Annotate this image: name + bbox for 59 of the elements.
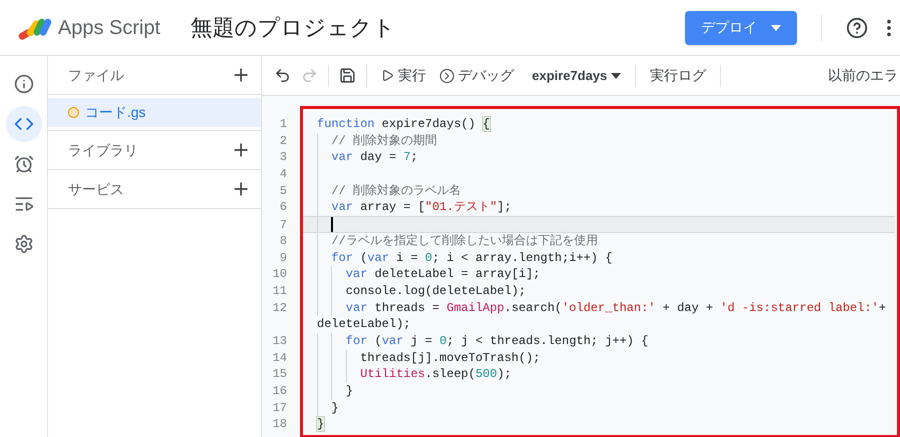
code-line: var threads = GmailApp.search('older_than:' + day + 'd -is:starred label:'+: [344, 300, 886, 316]
product-name: Apps Script: [58, 16, 160, 40]
file-name: コード.gs: [85, 103, 146, 122]
line-number: 3: [278, 149, 287, 166]
code-line: var deleteLabel = array[i];: [344, 266, 540, 283]
caret-icon: [611, 72, 622, 78]
play-icon: [381, 69, 394, 82]
line-number: 14: [272, 350, 287, 366]
code-line: threads[j].moveToTrash();: [359, 350, 540, 366]
line-number: 11: [272, 282, 287, 300]
function-select[interactable]: expire7days: [528, 66, 626, 86]
code-line: for (var i = 0; i < array.length;i++) {: [330, 250, 612, 266]
line-number: 15: [272, 366, 287, 384]
deploy-button[interactable]: デプロイ: [685, 10, 797, 44]
code-line: console.log(deleteLabel);: [344, 282, 526, 300]
line-number: 13: [272, 332, 287, 350]
code-line: }: [330, 400, 339, 416]
code-line: }: [344, 383, 354, 400]
line-number: 2: [278, 132, 287, 150]
debug-icon: [440, 68, 454, 82]
code-line: //ラベルを指定して削除したい場合は下記を使用: [330, 232, 598, 250]
run-button[interactable]: 実行: [377, 65, 430, 86]
line-number: 4: [278, 166, 287, 183]
help-icon[interactable]: [846, 16, 868, 38]
line-number: 6: [278, 199, 287, 216]
caret-icon: [771, 24, 781, 30]
settings-icon: [14, 234, 34, 254]
save-icon[interactable]: [339, 67, 356, 84]
code-line: var array = ["01.テスト"];: [330, 199, 512, 216]
section-title: ライブラリ: [68, 140, 138, 160]
line-number: 8: [278, 232, 287, 250]
code-line: // 削除対象のラベル名: [330, 182, 462, 200]
text-cursor: [331, 216, 333, 232]
line-number: 9: [278, 250, 287, 266]
line-number: 16: [272, 383, 287, 400]
line-number: 10: [272, 266, 287, 283]
code-line: // 削除対象の期間: [330, 132, 438, 150]
file-item[interactable]: コード.gs: [48, 98, 261, 127]
execution-log-button[interactable]: 実行ログ: [646, 65, 710, 86]
code-line: Utilities.sleep(500);: [359, 366, 512, 383]
line-number: 17: [272, 400, 287, 416]
code-line: function expire7days() {: [316, 116, 490, 133]
line-number: 5: [278, 182, 287, 200]
rail-item[interactable]: [6, 106, 42, 142]
alarm-clock-icon: [14, 154, 34, 174]
debug-button[interactable]: デバッグ: [436, 65, 518, 86]
project-title[interactable]: 無題のプロジェクト: [190, 11, 396, 44]
line-number: 1: [278, 116, 287, 133]
line-number: 12: [272, 300, 287, 316]
line-number: 18: [272, 416, 287, 434]
previous-errors-button[interactable]: 以前のエラ: [828, 65, 900, 86]
code-line: for (var j = 0; j < threads.length; j++) {: [344, 332, 648, 350]
line-number: 7: [278, 217, 287, 234]
section-title: サービス: [68, 180, 124, 198]
code-line: deleteLabel);: [316, 316, 411, 333]
undo-icon[interactable]: [274, 67, 291, 84]
section-title: ファイル: [68, 66, 124, 84]
code-line: var day = 7;: [330, 149, 418, 166]
info-icon: [14, 74, 34, 94]
